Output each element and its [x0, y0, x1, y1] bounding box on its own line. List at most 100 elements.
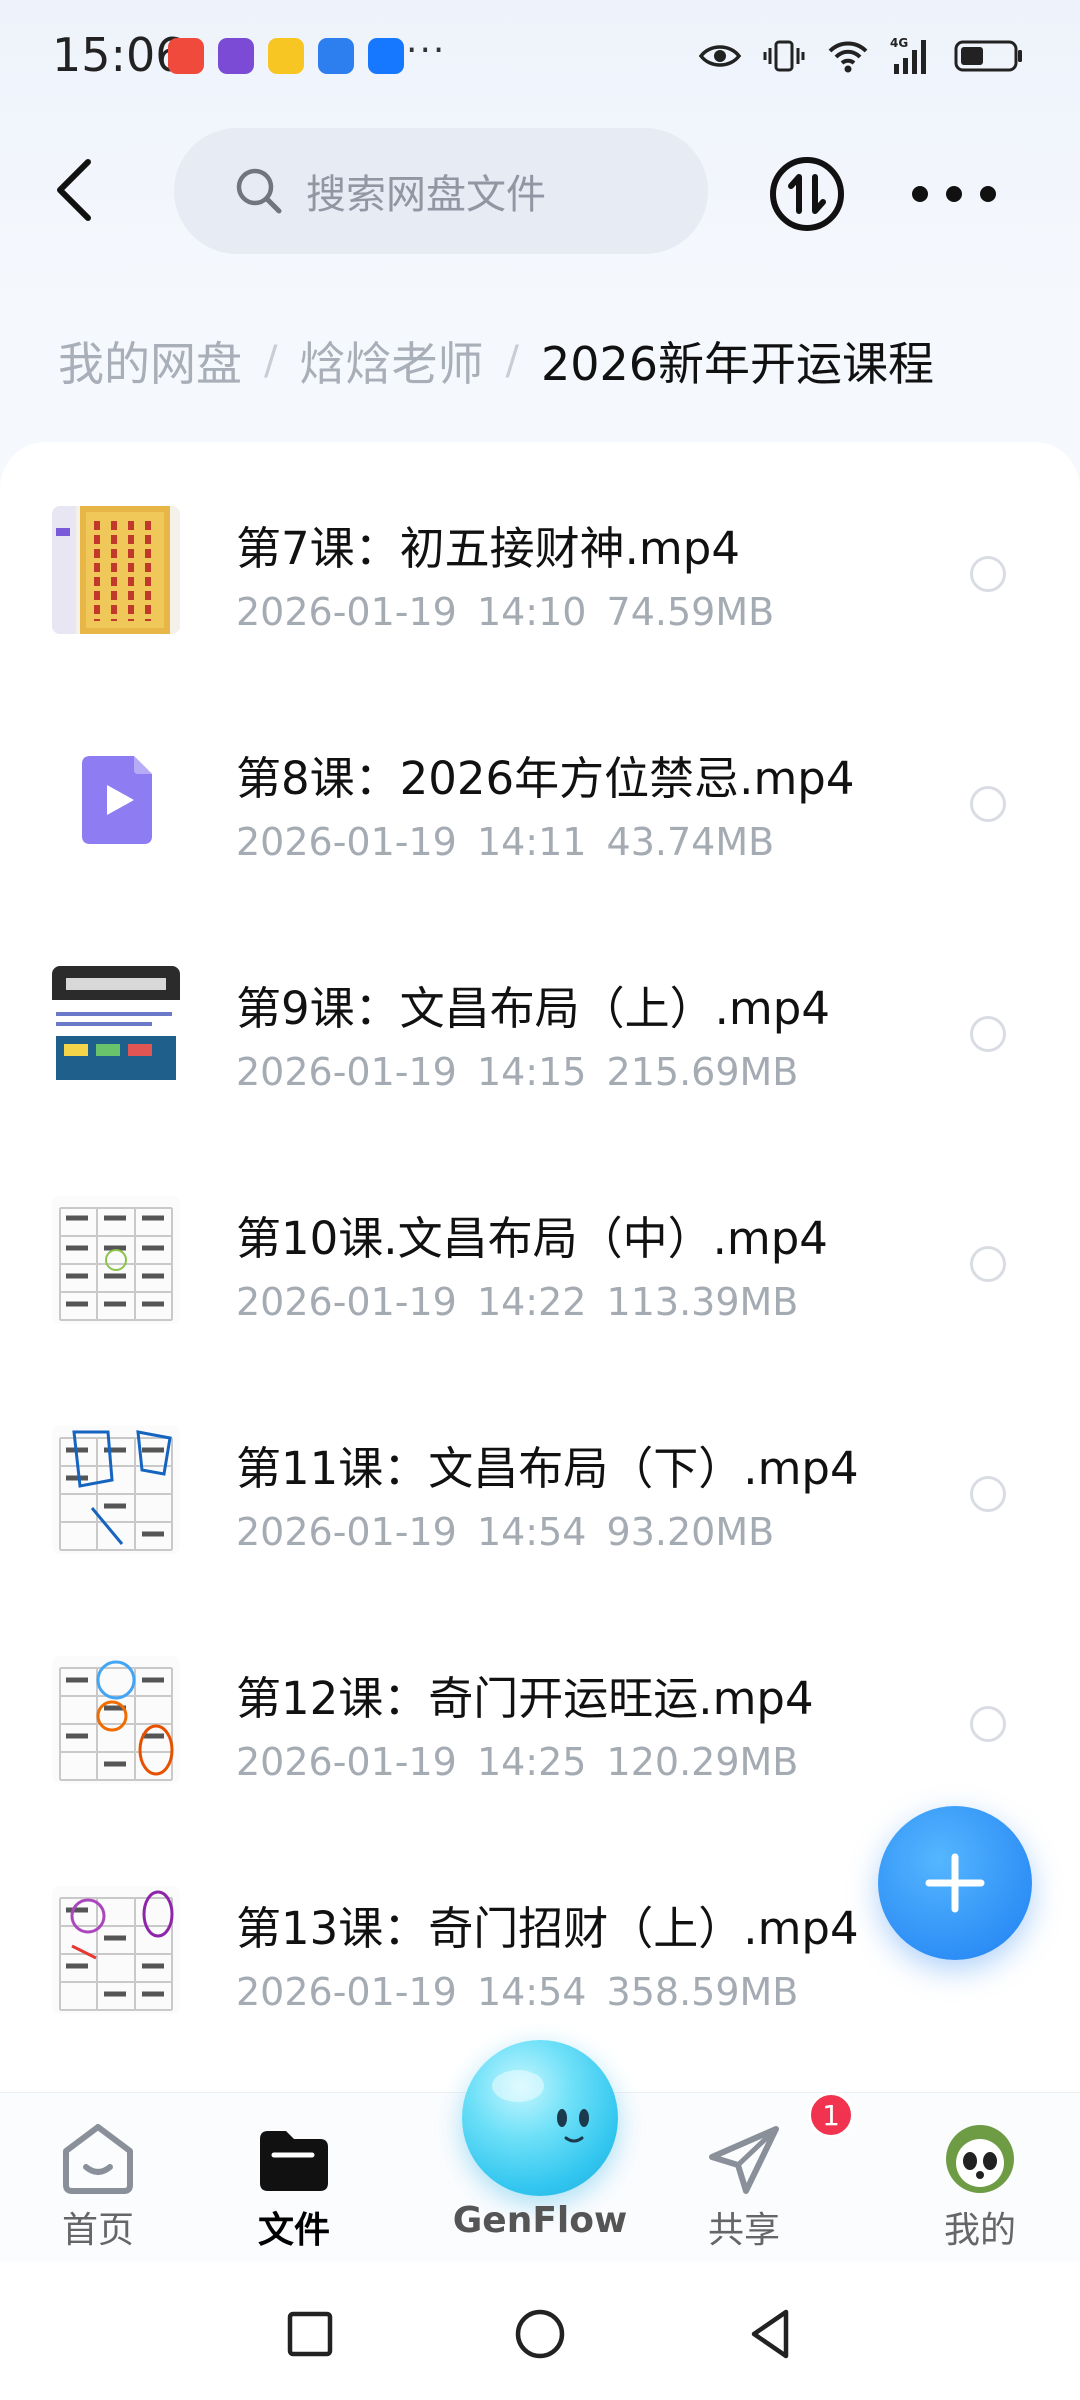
file-date: 2026-01-19 [236, 590, 457, 634]
vibrate-icon [763, 40, 805, 72]
breadcrumb: 我的网盘 / 焓焓老师 / 2026新年开运课程 [58, 328, 934, 394]
file-name: 第11课：文昌布局（下）.mp4 [236, 1442, 859, 1495]
home-circle-icon[interactable] [512, 2306, 568, 2362]
genflow-label: GenFlow [452, 2200, 628, 2241]
wifi-icon [828, 41, 868, 73]
avatar [946, 2125, 1014, 2193]
file-size: 74.59MB [606, 590, 775, 634]
file-thumbnail [52, 1196, 180, 1324]
search-icon [236, 168, 282, 214]
file-meta: 2026-01-19 14:25 120.29MB [236, 1740, 798, 1784]
file-meta: 2026-01-19 14:15 215.69MB [236, 1050, 798, 1094]
more-dot-icon [946, 186, 962, 202]
select-checkbox[interactable] [970, 1246, 1006, 1282]
file-name: 第12课：奇门开运旺运.mp4 [236, 1672, 814, 1725]
file-row[interactable]: 第10课.文昌布局（中）.mp4 2026-01-19 14:22 113.39… [0, 1158, 1080, 1388]
select-checkbox[interactable] [970, 1016, 1006, 1052]
eye-icon [698, 45, 742, 67]
file-name: 第8课：2026年方位禁忌.mp4 [236, 752, 855, 805]
file-thumbnail [52, 506, 180, 634]
nav-mine[interactable]: 我的 [900, 2093, 1060, 2263]
search-input[interactable]: 搜索网盘文件 [174, 128, 708, 254]
nav-home-label: 首页 [61, 2210, 134, 2251]
file-date: 2026-01-19 [236, 820, 457, 864]
file-name: 第7课：初五接财神.mp4 [236, 522, 740, 575]
breadcrumb-separator: / [264, 338, 278, 384]
file-row[interactable]: 第7课：初五接财神.mp4 2026-01-19 14:10 74.59MB [0, 468, 1080, 698]
nav-files[interactable]: 文件 [214, 2093, 374, 2263]
file-date: 2026-01-19 [236, 1050, 457, 1094]
file-meta: 2026-01-19 14:54 358.59MB [236, 1970, 798, 2014]
breadcrumb-item-root[interactable]: 我的网盘 [58, 328, 242, 394]
file-date: 2026-01-19 [236, 1280, 457, 1324]
file-size: 93.20MB [606, 1510, 775, 1554]
nav-mine-label: 我的 [943, 2210, 1016, 2251]
file-meta: 2026-01-19 14:11 43.74MB [236, 820, 774, 864]
file-row[interactable]: 第8课：2026年方位禁忌.mp4 2026-01-19 14:11 43.74… [0, 698, 1080, 928]
file-size: 120.29MB [606, 1740, 799, 1784]
file-size: 358.59MB [606, 1970, 799, 2014]
file-name: 第13课：奇门招财（上）.mp4 [236, 1902, 859, 1955]
file-row[interactable]: 第11课：文昌布局（下）.mp4 2026-01-19 14:54 93.20M… [0, 1388, 1080, 1618]
select-checkbox[interactable] [970, 1476, 1006, 1512]
folder-icon [260, 2131, 328, 2191]
plus-icon [925, 1853, 985, 1913]
system-nav-bar [0, 2262, 1080, 2400]
nav-home[interactable]: 首页 [18, 2093, 178, 2263]
file-thumbnail [52, 1656, 180, 1784]
more-dot-icon [980, 186, 996, 202]
file-time: 14:25 [476, 1740, 587, 1784]
genflow-button[interactable] [462, 2040, 618, 2196]
add-button[interactable] [878, 1806, 1032, 1960]
status-indicators: 4G [698, 34, 1024, 78]
breadcrumb-separator: / [505, 338, 519, 384]
file-size: 43.74MB [606, 820, 775, 864]
file-time: 14:11 [476, 820, 587, 864]
file-row[interactable]: 第9课：文昌布局（上）.mp4 2026-01-19 14:15 215.69M… [0, 928, 1080, 1158]
file-thumbnail [52, 966, 180, 1094]
status-time: 15:06 [52, 28, 185, 82]
file-size: 215.69MB [606, 1050, 799, 1094]
search-placeholder: 搜索网盘文件 [306, 172, 546, 218]
select-checkbox[interactable] [970, 1706, 1006, 1742]
nav-share-label: 共享 [707, 2210, 780, 2251]
select-checkbox[interactable] [970, 786, 1006, 822]
nav-share[interactable]: 共享 [664, 2093, 824, 2263]
genflow-mascot-icon [492, 2070, 589, 2143]
recent-apps-icon[interactable] [282, 2306, 338, 2362]
home-icon [63, 2124, 133, 2194]
file-row[interactable]: 第12课：奇门开运旺运.mp4 2026-01-19 14:25 120.29M… [0, 1618, 1080, 1848]
back-button[interactable] [44, 150, 104, 230]
status-more-indicator: ··· [406, 30, 447, 71]
more-options-button[interactable] [912, 166, 996, 222]
transfer-icon [770, 157, 844, 231]
chevron-left-icon [57, 159, 91, 221]
signal-4g-icon: 4G [890, 36, 926, 74]
file-size: 113.39MB [606, 1280, 799, 1324]
breadcrumb-item-folder[interactable]: 焓焓老师 [299, 328, 483, 394]
status-app-icons [168, 38, 404, 74]
paper-plane-icon [709, 2126, 779, 2194]
alipay-icon [368, 38, 404, 74]
file-time: 14:54 [476, 1970, 587, 2014]
file-time: 14:10 [476, 590, 587, 634]
file-thumbnail [52, 1426, 180, 1554]
file-thumbnail [52, 1886, 180, 2014]
file-time: 14:15 [476, 1050, 587, 1094]
share-notification-badge: 1 [808, 2092, 854, 2138]
file-time: 14:54 [476, 1510, 587, 1554]
network-type: 4G [890, 36, 908, 50]
file-date: 2026-01-19 [236, 1740, 457, 1784]
file-meta: 2026-01-19 14:10 74.59MB [236, 590, 774, 634]
app-notification-icon [268, 38, 304, 74]
nav-files-label: 文件 [257, 2210, 330, 2251]
breadcrumb-current: 2026新年开运课程 [540, 337, 935, 391]
back-triangle-icon[interactable] [742, 2306, 798, 2362]
transfer-button[interactable] [768, 155, 846, 233]
file-time: 14:22 [476, 1280, 587, 1324]
file-name: 第9课：文昌布局（上）.mp4 [236, 982, 830, 1035]
select-checkbox[interactable] [970, 556, 1006, 592]
app-notification-icon [318, 38, 354, 74]
video-file-icon [52, 736, 180, 864]
status-bar: 15:06 ··· 4G [0, 0, 1080, 110]
